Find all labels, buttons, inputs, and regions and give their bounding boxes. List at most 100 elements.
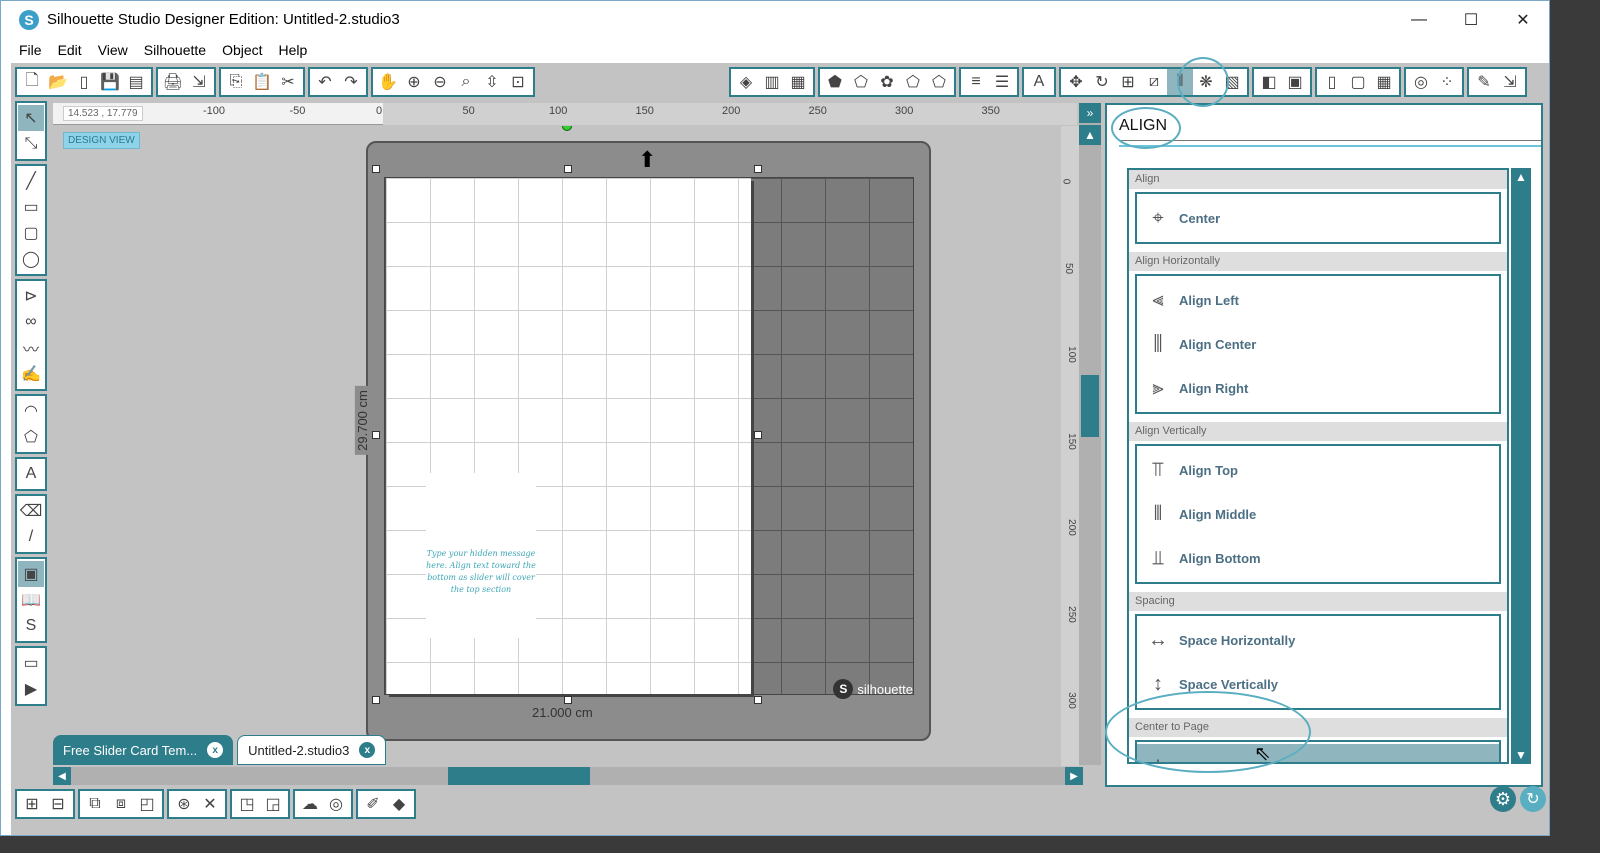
- tab-free-slider-card[interactable]: Free Slider Card Tem... x: [53, 735, 234, 765]
- release-compound-icon[interactable]: ⧈: [108, 791, 134, 817]
- zoom-select-icon[interactable]: ⌕: [453, 69, 479, 95]
- open-icon[interactable]: 📂: [45, 69, 71, 95]
- close-button[interactable]: ✕: [1497, 1, 1549, 38]
- align-top-button[interactable]: ⫪ Align Top: [1137, 448, 1499, 492]
- align-bottom-button[interactable]: ⫫ Align Bottom: [1137, 536, 1499, 580]
- close-tab-icon[interactable]: x: [359, 742, 376, 758]
- group-icon[interactable]: ⊞: [19, 791, 45, 817]
- menu-silhouette[interactable]: Silhouette: [136, 39, 214, 61]
- collapse-panel-button[interactable]: »: [1079, 103, 1101, 123]
- send-to-icon[interactable]: ⇲: [1497, 69, 1523, 95]
- pentagon-icon[interactable]: ⬠: [848, 69, 874, 95]
- text-tool-icon[interactable]: A: [18, 461, 44, 487]
- bring-to-front-icon[interactable]: ◳: [234, 791, 260, 817]
- transform-icon[interactable]: ✥: [1063, 69, 1089, 95]
- line-color-icon[interactable]: ≡: [963, 69, 989, 95]
- spiral-icon[interactable]: ◎: [1408, 69, 1434, 95]
- selection-handle[interactable]: [754, 165, 762, 173]
- knife-shape-icon[interactable]: ⬠: [926, 69, 952, 95]
- arc-tool-icon[interactable]: ◠: [18, 398, 44, 424]
- paste-icon[interactable]: 📋: [249, 69, 275, 95]
- text-style-icon[interactable]: A: [1026, 69, 1052, 95]
- weld-icon[interactable]: ⊛: [171, 791, 197, 817]
- print-icon[interactable]: 🖨: [160, 69, 186, 95]
- align-right-button[interactable]: ⫸ Align Right: [1137, 366, 1499, 410]
- scroll-thumb[interactable]: [448, 767, 590, 785]
- sync-icon[interactable]: ↻: [1520, 786, 1546, 812]
- maximize-button[interactable]: ☐: [1445, 1, 1497, 38]
- shape-fill-icon[interactable]: ⬟: [822, 69, 848, 95]
- store-icon[interactable]: 📖: [18, 587, 44, 613]
- fill-color-icon[interactable]: ◈: [733, 69, 759, 95]
- selection-handle[interactable]: [564, 696, 572, 704]
- scale-icon[interactable]: ⊞: [1115, 69, 1141, 95]
- delete-icon[interactable]: ✕: [197, 791, 223, 817]
- library-view-icon[interactable]: ▣: [18, 561, 44, 587]
- knife-tool-icon[interactable]: /: [18, 524, 44, 550]
- regular-polygon-icon[interactable]: ⬠: [18, 424, 44, 450]
- eraser-icon[interactable]: ✎: [1471, 69, 1497, 95]
- smooth-freehand-icon[interactable]: ✍: [18, 361, 44, 387]
- selection-handle[interactable]: [754, 431, 762, 439]
- horizontal-scrollbar[interactable]: ◀ ▶: [53, 767, 1083, 785]
- polygon-tool-icon[interactable]: ⊳: [18, 283, 44, 309]
- save-library-icon[interactable]: ▤: [123, 69, 149, 95]
- ellipse-tool-icon[interactable]: ◯: [18, 246, 44, 272]
- align-left-button[interactable]: ⫷ Align Left: [1137, 278, 1499, 322]
- send-icon[interactable]: ⇲: [186, 69, 212, 95]
- space-horizontally-button[interactable]: ↔ Space Horizontally: [1137, 618, 1499, 662]
- gradient-icon[interactable]: ▥: [759, 69, 785, 95]
- trace-icon[interactable]: ◧: [1256, 69, 1282, 95]
- scroll-right-button[interactable]: ▶: [1065, 767, 1083, 785]
- library-icon[interactable]: ◆: [386, 791, 412, 817]
- compound-icon[interactable]: ⧉: [82, 791, 108, 817]
- send-panel-icon[interactable]: ▶: [18, 676, 44, 702]
- line-tool-icon[interactable]: ╱: [18, 168, 44, 194]
- hidden-message-text[interactable]: Type your hidden message here. Align tex…: [426, 473, 536, 638]
- select-tool-icon[interactable]: ↖: [18, 105, 44, 131]
- vertical-scrollbar[interactable]: » ▲: [1079, 103, 1101, 765]
- selection-handle[interactable]: [372, 696, 380, 704]
- menu-view[interactable]: View: [90, 39, 136, 61]
- copy-icon[interactable]: ⎘: [223, 69, 249, 95]
- minimize-button[interactable]: —: [1393, 1, 1445, 38]
- redo-icon[interactable]: ↷: [338, 69, 364, 95]
- design-canvas[interactable]: DESIGN VIEW ⬆ Type your hidden message h…: [53, 126, 1061, 766]
- tab-untitled-2[interactable]: Untitled-2.studio3 x: [237, 735, 387, 765]
- eraser-tool-icon[interactable]: ⌫: [18, 498, 44, 524]
- grid-icon[interactable]: ▦: [1371, 69, 1397, 95]
- selection-handle[interactable]: [372, 431, 380, 439]
- shape-edit-icon[interactable]: ⬠: [900, 69, 926, 95]
- rounded-rect-tool-icon[interactable]: ▢: [18, 220, 44, 246]
- design-view-icon[interactable]: ▭: [18, 650, 44, 676]
- rectangle-tool-icon[interactable]: ▭: [18, 194, 44, 220]
- close-tab-icon[interactable]: x: [207, 742, 224, 758]
- new-page-icon[interactable]: 🗋: [19, 69, 45, 95]
- offset-icon[interactable]: ▣: [1282, 69, 1308, 95]
- menu-file[interactable]: File: [11, 39, 50, 61]
- cut-settings-icon[interactable]: ▢: [1345, 69, 1371, 95]
- cut-icon[interactable]: ✂: [275, 69, 301, 95]
- menu-edit[interactable]: Edit: [50, 39, 90, 61]
- save-icon[interactable]: 💾: [97, 69, 123, 95]
- pan-icon[interactable]: ✋: [375, 69, 401, 95]
- rotate-icon[interactable]: ↻: [1089, 69, 1115, 95]
- freehand-tool-icon[interactable]: 〰: [18, 335, 44, 361]
- align-center-button[interactable]: ⫼ Align Center: [1137, 322, 1499, 366]
- flower-icon[interactable]: ✿: [874, 69, 900, 95]
- scroll-left-button[interactable]: ◀: [53, 767, 71, 785]
- shear-icon[interactable]: ⧄: [1141, 69, 1167, 95]
- zoom-out-icon[interactable]: ⊖: [427, 69, 453, 95]
- scroll-thumb[interactable]: [1081, 375, 1099, 437]
- zoom-drag-icon[interactable]: ⇳: [479, 69, 505, 95]
- align-middle-button[interactable]: ⫴ Align Middle: [1137, 492, 1499, 536]
- undo-icon[interactable]: ↶: [312, 69, 338, 95]
- ungroup-icon[interactable]: ⊟: [45, 791, 71, 817]
- pattern-icon[interactable]: ▦: [785, 69, 811, 95]
- send-to-back-icon[interactable]: ◲: [260, 791, 286, 817]
- bring-forward-icon[interactable]: ◰: [134, 791, 160, 817]
- selection-handle[interactable]: [564, 165, 572, 173]
- panel-scrollbar[interactable]: ▲ ▼: [1511, 168, 1531, 764]
- settings-gear-icon[interactable]: ⚙: [1490, 786, 1516, 812]
- sketch-icon[interactable]: ✐: [360, 791, 386, 817]
